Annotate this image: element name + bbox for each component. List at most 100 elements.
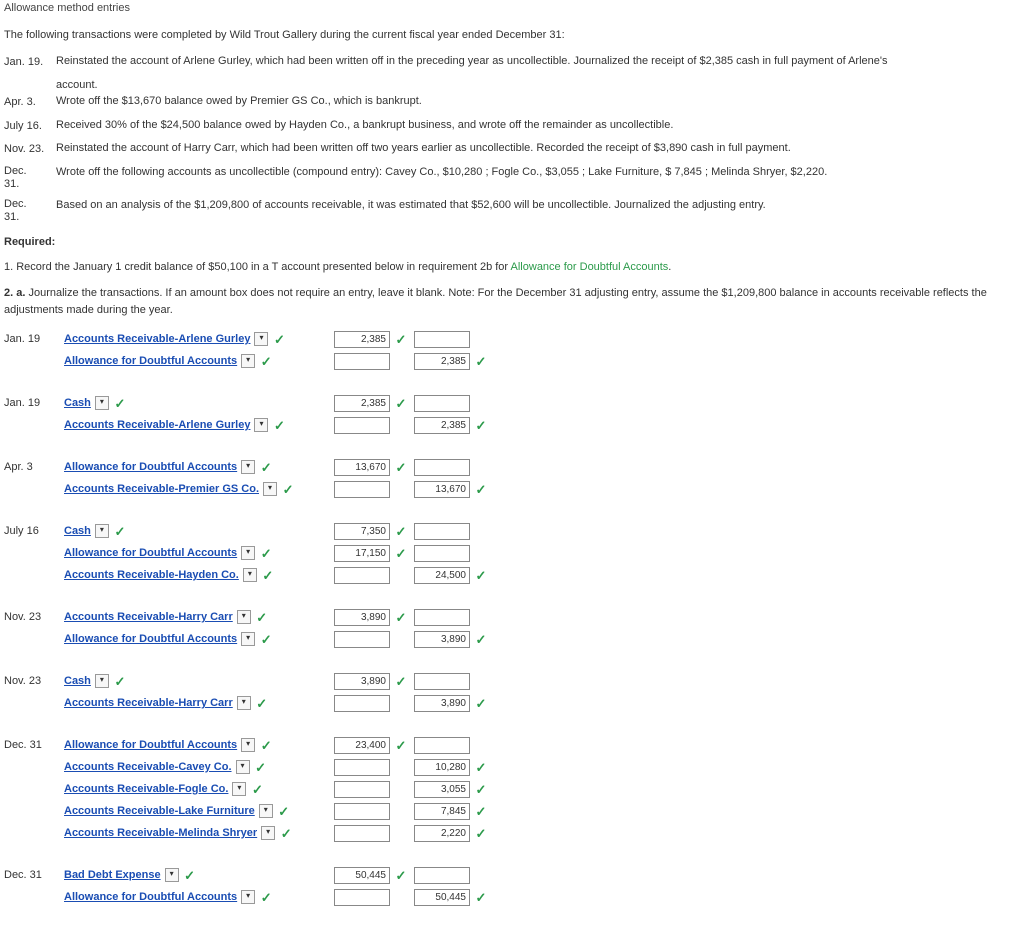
account-select[interactable]: Accounts Receivable-Fogle Co. [64,781,228,798]
check-icon: ✓ [394,736,408,756]
transaction-date: Nov. 23. [4,140,56,158]
journal-row: Nov. 23Accounts Receivable-Harry Carr▾✓3… [4,606,1020,628]
debit-input[interactable]: 3,890 [334,609,390,626]
check-icon: ✓ [259,458,273,478]
account-select[interactable]: Accounts Receivable-Arlene Gurley [64,417,250,434]
credit-input[interactable]: 3,890 [414,695,470,712]
credit-input[interactable] [414,331,470,348]
credit-input[interactable] [414,737,470,754]
credit-input[interactable]: 3,890 [414,631,470,648]
journal-group: Apr. 3Allowance for Doubtful Accounts▾✓1… [4,456,1020,500]
account-select[interactable]: Accounts Receivable-Harry Carr [64,609,233,626]
account-select[interactable]: Bad Debt Expense [64,867,161,884]
account-cell: Cash ▾ ✓ [64,522,334,542]
credit-input[interactable] [414,459,470,476]
credit-input[interactable]: 10,280 [414,759,470,776]
credit-input[interactable]: 50,445 [414,889,470,906]
account-cell: Accounts Receivable-Premier GS Co.▾✓ [64,480,334,500]
account-select[interactable]: Accounts Receivable-Harry Carr [64,695,233,712]
credit-input[interactable]: 24,500 [414,567,470,584]
dropdown-icon[interactable]: ▾ [259,804,273,818]
dropdown-icon[interactable]: ▾ [263,482,277,496]
credit-input[interactable]: 2,385 [414,417,470,434]
dropdown-icon[interactable]: ▾ [95,524,109,538]
account-select[interactable]: Accounts Receivable-Lake Furniture [64,803,255,820]
account-select[interactable]: Allowance for Doubtful Accounts [64,631,237,648]
dropdown-icon[interactable]: ▾ [254,332,268,346]
account-cell: Accounts Receivable-Hayden Co.▾✓ [64,566,334,586]
credit-input[interactable]: 3,055 [414,781,470,798]
account-select[interactable]: Accounts Receivable-Cavey Co. [64,759,232,776]
dropdown-icon[interactable]: ▾ [241,738,255,752]
debit-cell [334,481,414,498]
debit-input[interactable] [334,825,390,842]
dropdown-icon[interactable]: ▾ [243,568,257,582]
debit-input[interactable] [334,631,390,648]
account-select[interactable]: Allowance for Doubtful Accounts [64,459,237,476]
debit-input[interactable] [334,695,390,712]
credit-input[interactable] [414,523,470,540]
credit-input[interactable]: 7,845 [414,803,470,820]
debit-input[interactable]: 17,150 [334,545,390,562]
transaction-text-cont: account. [56,77,1020,94]
debit-input[interactable]: 3,890 [334,673,390,690]
dropdown-icon[interactable]: ▾ [237,696,251,710]
debit-input[interactable]: 50,445 [334,867,390,884]
dropdown-icon[interactable]: ▾ [241,890,255,904]
debit-input[interactable]: 23,400 [334,737,390,754]
dropdown-icon[interactable]: ▾ [232,782,246,796]
dropdown-icon[interactable]: ▾ [237,610,251,624]
debit-input[interactable]: 13,670 [334,459,390,476]
account-select[interactable]: Cash [64,395,91,412]
account-select[interactable]: Cash [64,673,91,690]
credit-input[interactable] [414,673,470,690]
dropdown-icon[interactable]: ▾ [95,674,109,688]
journal-group: Jan. 19Accounts Receivable-Arlene Gurley… [4,328,1020,372]
credit-input[interactable]: 2,220 [414,825,470,842]
account-select[interactable]: Allowance for Doubtful Accounts [64,353,237,370]
dropdown-icon[interactable]: ▾ [236,760,250,774]
dropdown-icon[interactable]: ▾ [165,868,179,882]
check-icon: ✓ [394,544,408,564]
dropdown-icon[interactable]: ▾ [241,632,255,646]
debit-cell [334,567,414,584]
account-select[interactable]: Allowance for Doubtful Accounts [64,889,237,906]
debit-input[interactable]: 2,385 [334,395,390,412]
dropdown-icon[interactable]: ▾ [241,460,255,474]
debit-input[interactable]: 7,350 [334,523,390,540]
credit-input[interactable] [414,867,470,884]
debit-input[interactable]: 2,385 [334,331,390,348]
dropdown-icon[interactable]: ▾ [241,354,255,368]
account-select[interactable]: Accounts Receivable-Hayden Co. [64,567,239,584]
debit-input[interactable] [334,567,390,584]
check-icon: ✓ [474,758,488,778]
check-icon: ✓ [394,394,408,414]
dropdown-icon[interactable]: ▾ [241,546,255,560]
account-select[interactable]: Accounts Receivable-Arlene Gurley [64,331,250,348]
credit-input[interactable]: 13,670 [414,481,470,498]
debit-input[interactable] [334,803,390,820]
dropdown-icon[interactable]: ▾ [261,826,275,840]
debit-input[interactable] [334,353,390,370]
debit-input[interactable] [334,481,390,498]
account-select[interactable]: Accounts Receivable-Melinda Shryer [64,825,257,842]
debit-input[interactable] [334,889,390,906]
credit-input[interactable] [414,609,470,626]
account-select[interactable]: Allowance for Doubtful Accounts [64,545,237,562]
debit-input[interactable] [334,781,390,798]
check-icon: ✓ [255,608,269,628]
account-select[interactable]: Allowance for Doubtful Accounts [64,737,237,754]
dropdown-icon[interactable]: ▾ [254,418,268,432]
transaction-list: Jan. 19.Reinstated the account of Arlene… [4,53,1020,224]
dropdown-icon[interactable]: ▾ [95,396,109,410]
debit-input[interactable] [334,759,390,776]
check-icon: ✓ [394,458,408,478]
credit-input[interactable]: 2,385 [414,353,470,370]
account-select[interactable]: Accounts Receivable-Premier GS Co. [64,481,259,498]
journal-row: Allowance for Doubtful Accounts▾✓17,150✓ [4,542,1020,564]
account-select[interactable]: Cash [64,523,91,540]
check-icon: ✓ [113,522,127,542]
debit-input[interactable] [334,417,390,434]
credit-input[interactable] [414,545,470,562]
credit-input[interactable] [414,395,470,412]
